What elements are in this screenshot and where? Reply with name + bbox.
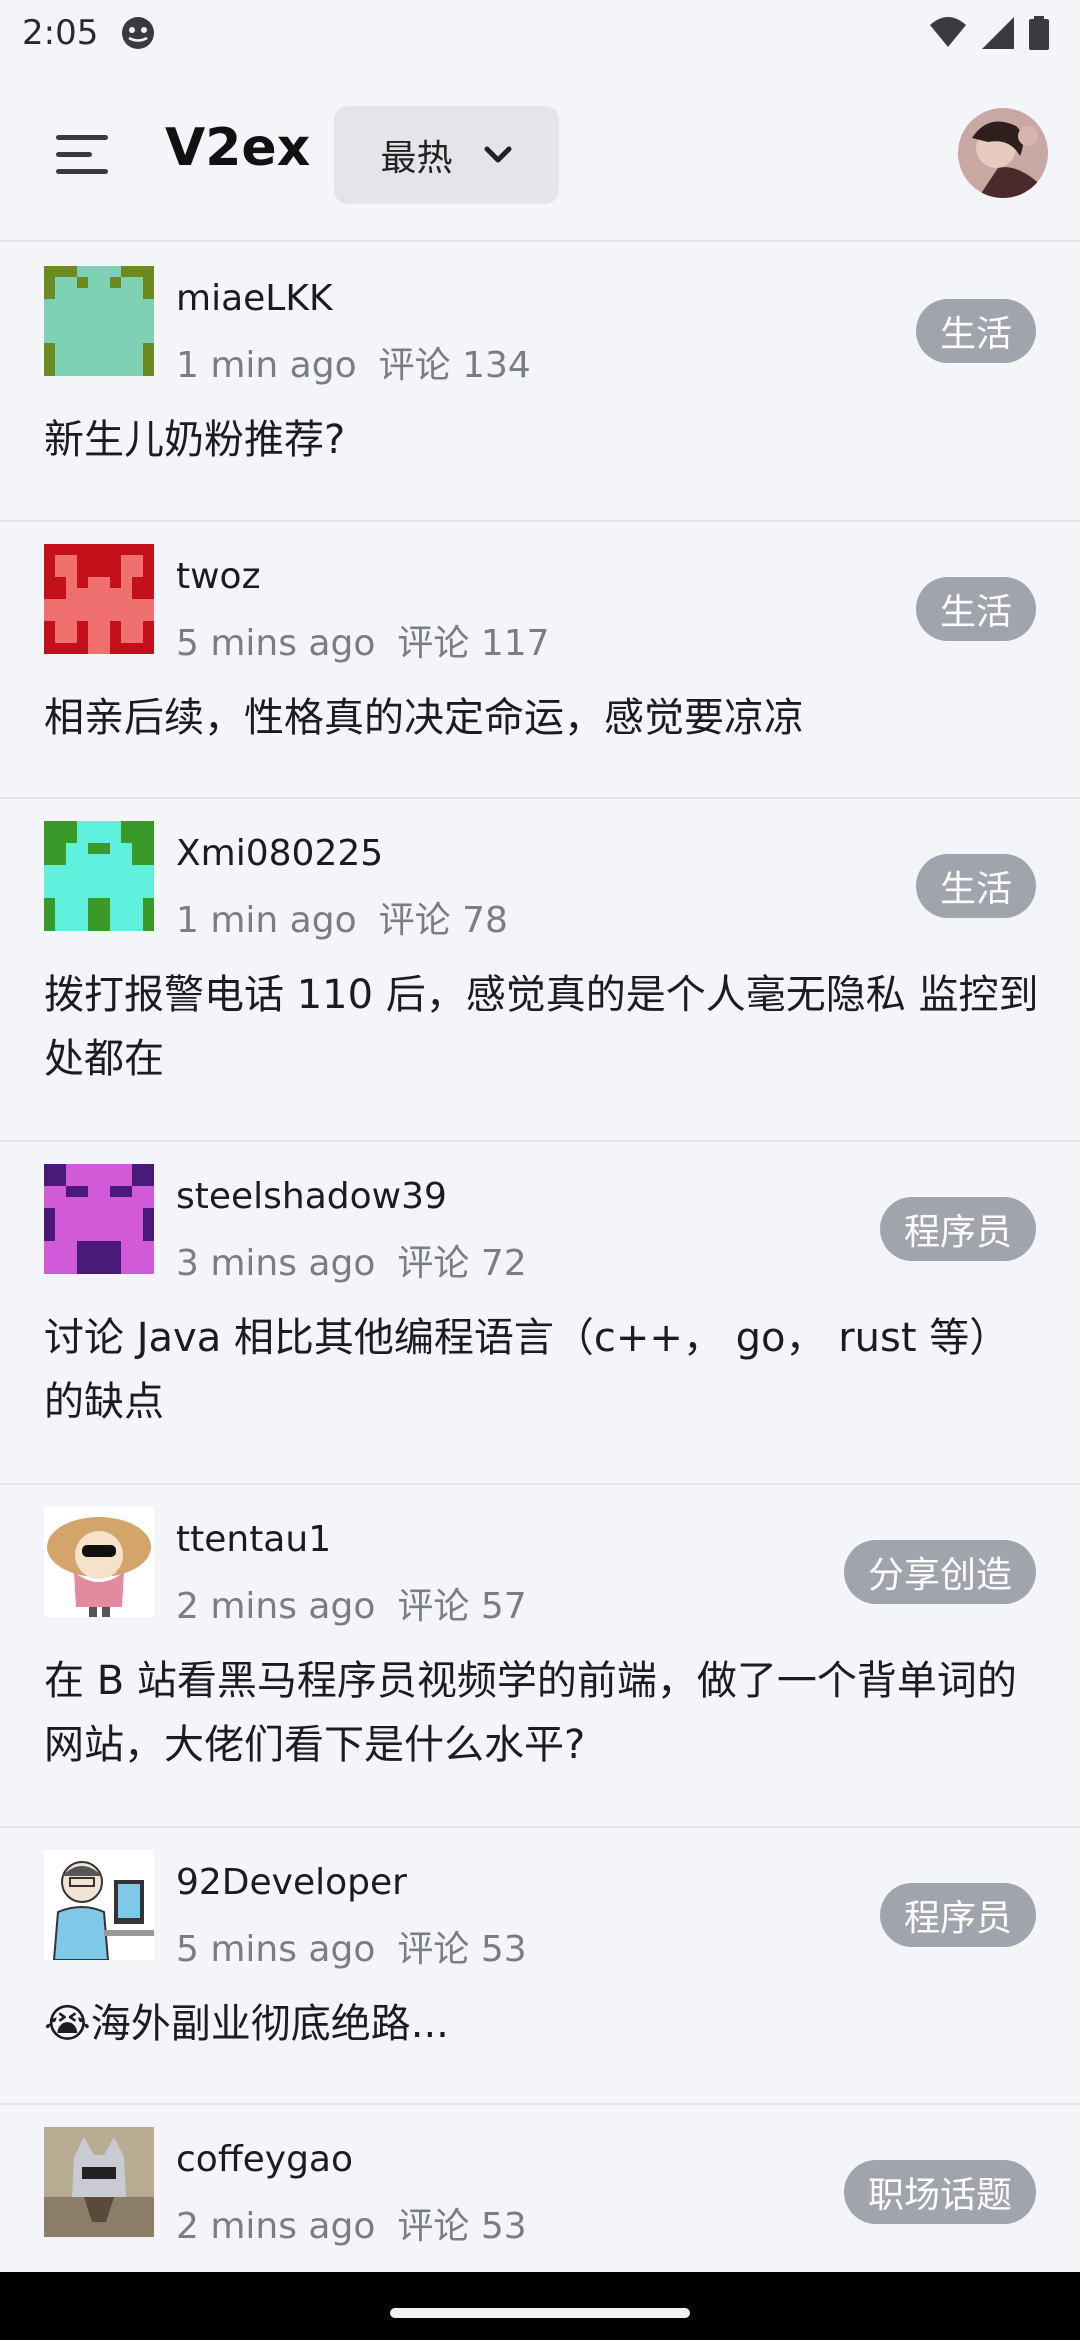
post-time: 1 min ago	[176, 345, 357, 386]
post-title[interactable]: 新生儿奶粉推荐?	[44, 408, 1044, 472]
wifi-icon	[930, 17, 966, 47]
status-time: 2:05	[22, 13, 99, 53]
topic-item[interactable]: miaeLKK 1 min ago 评论 134 生活 新生儿奶粉推荐?	[0, 244, 1080, 522]
avatar[interactable]	[44, 1507, 154, 1617]
home-indicator[interactable]	[390, 2308, 690, 2318]
post-comments: 评论 78	[378, 900, 508, 941]
node-tag[interactable]: 生活	[915, 577, 1036, 641]
post-meta: 5 mins ago 评论 53	[176, 1920, 527, 1972]
chevron-down-icon	[484, 146, 511, 163]
post-time: 5 mins ago	[176, 623, 376, 664]
node-tag[interactable]: 分享创造	[843, 1540, 1036, 1604]
avatar[interactable]	[44, 821, 154, 931]
post-title[interactable]: 😭海外副业彻底绝路...	[44, 1992, 1044, 2056]
post-time: 1 min ago	[176, 900, 357, 941]
post-comments: 评论 57	[397, 1586, 527, 1627]
sort-dropdown[interactable]: 最热	[334, 106, 559, 204]
menu-line	[56, 134, 108, 140]
avatar[interactable]	[44, 1850, 154, 1960]
avatar[interactable]	[44, 2127, 154, 2237]
menu-line	[56, 151, 92, 157]
menu-icon[interactable]	[56, 124, 116, 184]
post-meta: 3 mins ago 评论 72	[176, 1234, 527, 1286]
battery-icon	[1029, 16, 1049, 50]
topic-item[interactable]: ttentau1 2 mins ago 评论 57 分享创造 在 B 站看黑马程序…	[0, 1485, 1080, 1828]
post-title[interactable]: 拨打报警电话 110 后，感觉真的是个人毫无隐私 监控到处都在	[44, 963, 1044, 1091]
post-meta: 1 min ago 评论 78	[176, 891, 508, 943]
post-author[interactable]: 92Developer	[176, 1862, 407, 1903]
post-author[interactable]: Xmi080225	[176, 833, 383, 874]
post-meta: 2 mins ago 评论 53	[176, 2197, 527, 2249]
sort-label: 最热	[380, 138, 453, 179]
post-comments: 评论 53	[397, 1929, 527, 1970]
post-time: 5 mins ago	[176, 1929, 376, 1970]
post-comments: 评论 53	[397, 2206, 527, 2247]
topic-item[interactable]: twoz 5 mins ago 评论 117 生活 相亲后续，性格真的决定命运，感…	[0, 522, 1080, 799]
post-author[interactable]: twoz	[176, 556, 260, 597]
avatar[interactable]	[44, 544, 154, 654]
post-author[interactable]: steelshadow39	[176, 1176, 447, 1217]
post-comments: 评论 117	[397, 623, 550, 664]
status-left: 2:05	[22, 13, 156, 53]
post-title[interactable]: 讨论 Java 相比其他编程语言（c++， go， rust 等）的缺点	[44, 1306, 1044, 1434]
post-comments: 评论 72	[397, 1243, 527, 1284]
screen: 2:05 V2ex 最热 miaeLKK 1 min ago 评论 134 生活…	[0, 0, 1080, 2340]
topic-item[interactable]: steelshadow39 3 mins ago 评论 72 程序员 讨论 Jav…	[0, 1142, 1080, 1485]
topic-feed: miaeLKK 1 min ago 评论 134 生活 新生儿奶粉推荐? twoz	[0, 244, 1080, 2340]
post-title[interactable]: 相亲后续，性格真的决定命运，感觉要凉凉	[44, 686, 1044, 750]
user-avatar[interactable]	[958, 108, 1048, 198]
post-time: 2 mins ago	[176, 1586, 376, 1627]
post-meta: 2 mins ago 评论 57	[176, 1577, 527, 1629]
post-comments: 评论 134	[378, 345, 531, 386]
node-tag[interactable]: 生活	[915, 854, 1036, 918]
avatar[interactable]	[44, 266, 154, 376]
avatar[interactable]	[44, 1164, 154, 1274]
node-tag[interactable]: 生活	[915, 299, 1036, 363]
post-meta: 1 min ago 评论 134	[176, 336, 531, 388]
post-time: 2 mins ago	[176, 2206, 376, 2247]
app-title: V2ex	[165, 118, 311, 178]
system-nav-bar	[0, 2272, 1080, 2340]
app-bar: V2ex 最热	[0, 66, 1080, 242]
status-bar: 2:05	[0, 0, 1080, 66]
post-time: 3 mins ago	[176, 1243, 376, 1284]
post-author[interactable]: coffeygao	[176, 2139, 353, 2180]
post-author[interactable]: ttentau1	[176, 1519, 331, 1560]
signal-icon	[982, 17, 1014, 49]
topic-item[interactable]: Xmi080225 1 min ago 评论 78 生活 拨打报警电话 110 后…	[0, 799, 1080, 1142]
post-author[interactable]: miaeLKK	[176, 278, 333, 319]
node-tag[interactable]: 程序员	[879, 1883, 1036, 1947]
post-meta: 5 mins ago 评论 117	[176, 614, 550, 666]
post-title[interactable]: 在 B 站看黑马程序员视频学的前端，做了一个背单词的网站，大佬们看下是什么水平?	[44, 1649, 1044, 1777]
node-tag[interactable]: 程序员	[879, 1197, 1036, 1261]
app-notification-icon	[122, 17, 155, 49]
node-tag[interactable]: 职场话题	[843, 2160, 1036, 2224]
topic-item[interactable]: 92Developer 5 mins ago 评论 53 程序员 😭海外副业彻底绝…	[0, 1828, 1080, 2105]
status-right	[928, 15, 1050, 51]
menu-line	[56, 168, 108, 174]
